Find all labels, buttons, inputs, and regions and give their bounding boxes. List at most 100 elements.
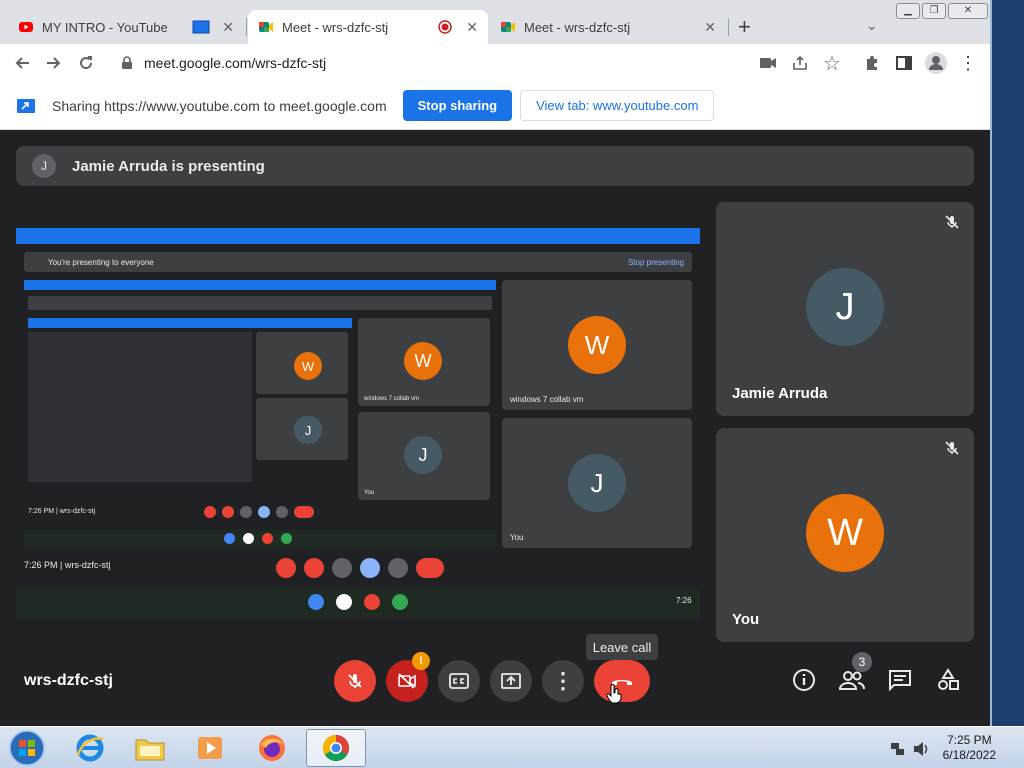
folder-icon: [135, 739, 165, 761]
address-bar[interactable]: meet.google.com/wrs-dzfc-stj: [108, 47, 758, 79]
meeting-code: wrs-dzfc-stj: [24, 672, 113, 689]
people-button[interactable]: 3: [836, 652, 872, 696]
chat-button[interactable]: [884, 664, 916, 696]
shared-screen[interactable]: You're presenting to everyone Stop prese…: [16, 228, 700, 618]
clock-date: 6/18/2022: [942, 748, 996, 762]
shared-presenting-banner: You're presenting to everyone Stop prese…: [24, 252, 692, 272]
shared-tile-windows-vm: W windows 7 collab vm: [502, 280, 692, 410]
profile-avatar-icon[interactable]: [920, 47, 952, 79]
share-icon[interactable]: [784, 47, 816, 79]
sharing-message: Sharing https://www.youtube.com to meet.…: [52, 97, 387, 114]
tab-meet[interactable]: Meet - wrs-dzfc-stj ✕: [490, 10, 726, 44]
toolbar-actions: ☆ ⋮: [752, 47, 984, 79]
closed-captions-icon: [449, 673, 469, 689]
taskbar-media-player[interactable]: [182, 729, 238, 767]
meeting-details-button[interactable]: [788, 664, 820, 696]
presenter-avatar: J: [32, 154, 56, 178]
internet-explorer-icon: [76, 734, 104, 762]
chat-icon: [889, 670, 911, 691]
close-icon[interactable]: ✕: [704, 19, 716, 36]
firefox-icon: [259, 735, 285, 761]
windows-orb-icon: [9, 730, 45, 766]
shared-tile-you: J You: [502, 418, 692, 548]
media-player-icon: [198, 737, 222, 759]
shared-controls: [276, 558, 444, 578]
info-icon: [793, 669, 815, 691]
system-clock[interactable]: 7:25 PM 6/18/2022: [943, 733, 996, 763]
more-options-button[interactable]: ⋮: [542, 660, 584, 702]
extensions-puzzle-icon[interactable]: [856, 47, 888, 79]
view-tab-button[interactable]: View tab: www.youtube.com: [520, 90, 715, 121]
microphone-toggle-button[interactable]: [334, 660, 376, 702]
close-icon[interactable]: ✕: [222, 19, 234, 36]
youtube-icon: [19, 22, 33, 32]
sharing-infobar: Sharing https://www.youtube.com to meet.…: [0, 82, 990, 130]
close-icon[interactable]: ✕: [466, 19, 478, 36]
activities-button[interactable]: [932, 664, 964, 696]
camera-toggle-button[interactable]: !: [386, 652, 430, 702]
present-now-button[interactable]: [490, 660, 532, 702]
mic-off-icon: [945, 215, 959, 229]
tab-search-chevron-icon[interactable]: ⌄: [866, 17, 878, 34]
participant-name: You: [732, 611, 760, 628]
stop-sharing-button[interactable]: Stop sharing: [402, 90, 513, 121]
url-text[interactable]: meet.google.com/wrs-dzfc-stj: [144, 55, 326, 71]
reload-icon[interactable]: [70, 47, 102, 79]
screen-share-icon: [17, 98, 35, 113]
presenting-banner: J Jamie Arruda is presenting: [16, 146, 974, 186]
shared-presenting-text: You're presenting to everyone: [48, 257, 154, 267]
nested-shared-screen: W J W J windows 7 collab vm You 7:26 PM …: [24, 280, 496, 550]
participant-tile-jamie[interactable]: J Jamie Arruda: [716, 202, 974, 416]
hand-cursor-icon: [606, 684, 622, 704]
mic-off-icon: [348, 674, 362, 688]
windows-taskbar: 7:25 PM 6/18/2022: [0, 726, 1024, 768]
participant-tile-you[interactable]: W You: [716, 428, 974, 642]
start-button[interactable]: [4, 729, 50, 767]
leave-call-button[interactable]: [594, 660, 650, 702]
volume-icon[interactable]: [912, 741, 930, 757]
side-panel-icon[interactable]: [888, 47, 920, 79]
participant-name: Jamie Arruda: [732, 385, 828, 402]
new-tab-button[interactable]: +: [738, 14, 751, 40]
present-screen-icon: [501, 673, 521, 689]
minimize-button[interactable]: ▁: [896, 3, 920, 19]
captions-button[interactable]: [438, 660, 480, 702]
chrome-icon: [322, 734, 350, 762]
lock-icon[interactable]: [120, 56, 134, 70]
activities-shapes-icon: [938, 668, 959, 690]
clock-time: 7:25 PM: [946, 733, 992, 747]
window-close-button[interactable]: ✕: [948, 3, 988, 19]
camera-in-use-icon[interactable]: [752, 47, 784, 79]
meet-control-bar: wrs-dzfc-stj Leave call ! ⋮ 3: [0, 634, 990, 726]
shared-browser-chrome: [16, 228, 700, 244]
tab-meet-active[interactable]: Meet - wrs-dzfc-stj ✕: [248, 10, 488, 44]
participant-avatar: J: [806, 268, 884, 346]
menu-kebab-icon[interactable]: ⋮: [952, 47, 984, 79]
google-meet-icon: [501, 22, 515, 32]
people-icon: [839, 671, 865, 690]
recording-icon: [438, 20, 453, 34]
tab-title: Meet - wrs-dzfc-stj: [524, 19, 631, 35]
back-arrow-icon[interactable]: [6, 47, 38, 79]
taskbar-internet-explorer[interactable]: [62, 729, 118, 767]
taskbar-file-explorer[interactable]: [122, 729, 178, 767]
mic-off-icon: [945, 441, 959, 455]
taskbar-firefox[interactable]: [244, 729, 300, 767]
presenting-text: Jamie Arruda is presenting: [72, 157, 265, 175]
tab-youtube[interactable]: MY INTRO - YouTube ✕: [8, 10, 244, 44]
forward-arrow-icon[interactable]: [38, 47, 70, 79]
taskbar-chrome[interactable]: [306, 729, 366, 767]
camera-alert-badge: !: [412, 652, 430, 670]
shared-meeting-info: 7:26 PM | wrs-dzfc-stj: [24, 560, 111, 570]
shared-stop-presenting: Stop presenting: [627, 257, 684, 267]
bookmark-star-icon[interactable]: ☆: [816, 47, 848, 79]
browser-window: MY INTRO - YouTube ✕ Meet - wrs-dzfc-stj…: [0, 0, 992, 726]
network-icon[interactable]: [890, 741, 906, 757]
tab-strip: MY INTRO - YouTube ✕ Meet - wrs-dzfc-stj…: [0, 0, 990, 44]
cast-icon: [192, 20, 210, 34]
google-meet-icon: [259, 22, 273, 32]
tab-title: Meet - wrs-dzfc-stj: [282, 19, 389, 35]
meet-stage: J Jamie Arruda is presenting You're pres…: [0, 130, 990, 726]
participant-count-badge: 3: [852, 652, 872, 672]
maximize-button[interactable]: ❐: [922, 3, 946, 19]
